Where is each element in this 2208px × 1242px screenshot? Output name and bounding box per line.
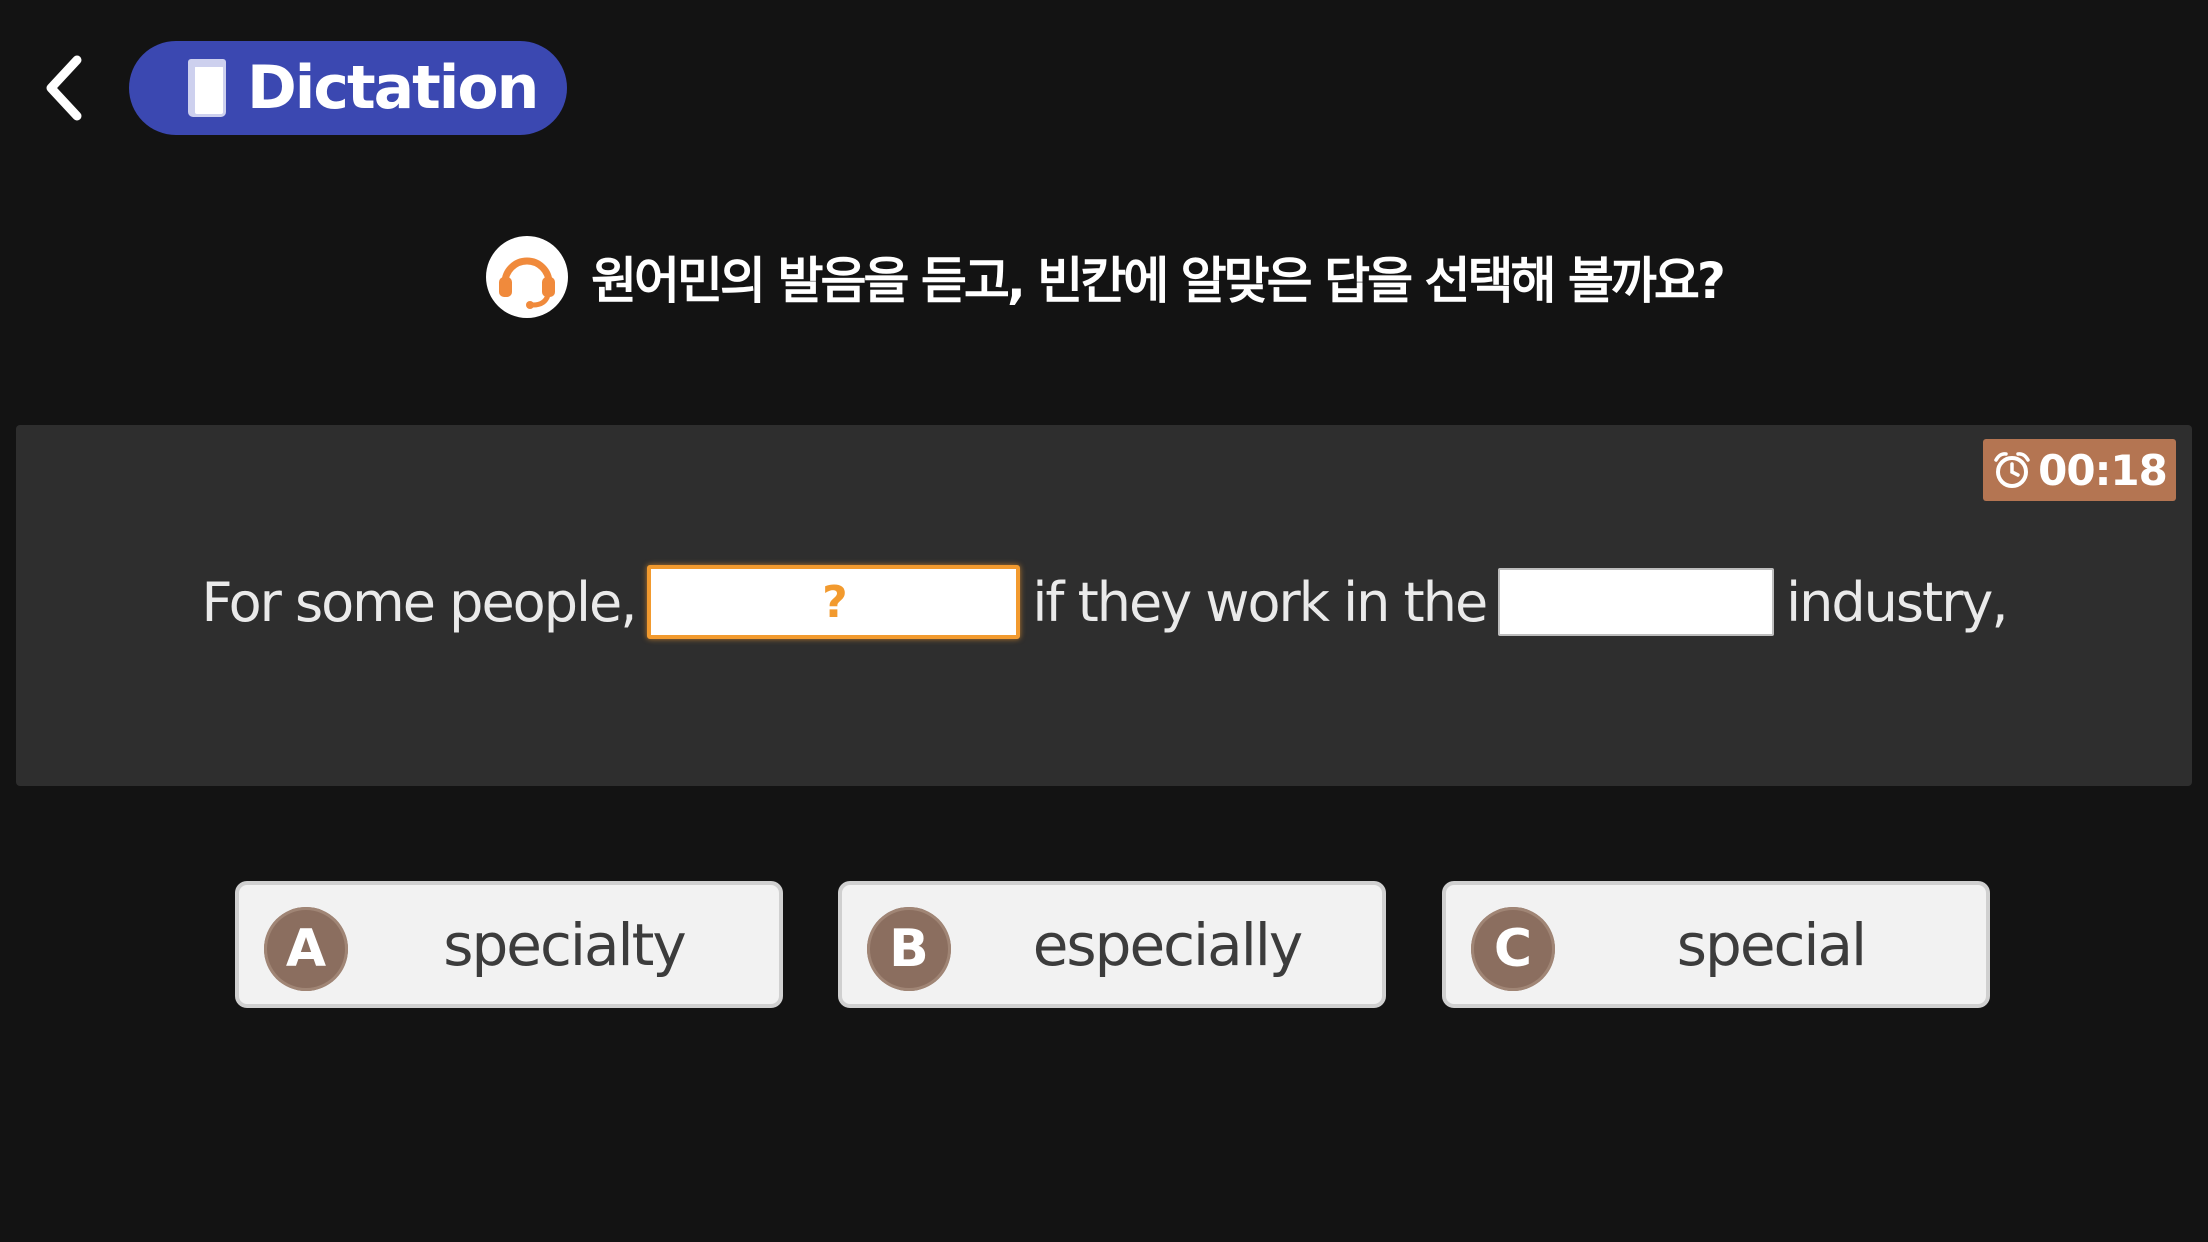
active-blank[interactable]: ?	[647, 565, 1021, 639]
book-icon	[188, 59, 226, 117]
inactive-blank	[1498, 568, 1775, 636]
instruction-row: 원어민의 발음을 듣고, 빈칸에 알맞은 답을 선택해 볼까요?	[0, 232, 2208, 322]
title-badge: Dictation	[129, 41, 567, 135]
sentence-segment: if they work in the	[1032, 570, 1488, 634]
option-letter-badge: C	[1471, 907, 1555, 991]
option-letter-badge: B	[867, 907, 951, 991]
question-panel: 00:18 For some people, ? if they work in…	[16, 425, 2192, 786]
option-b-button[interactable]: B especially	[838, 881, 1386, 1008]
question-sentence: For some people, ? if they work in the i…	[16, 565, 2192, 639]
timer-badge: 00:18	[1983, 439, 2176, 501]
back-button[interactable]	[28, 48, 98, 128]
option-label: special	[1676, 910, 1867, 979]
option-label: especially	[1032, 910, 1304, 979]
sentence-segment: For some people,	[201, 570, 637, 634]
option-label: specialty	[443, 910, 686, 979]
headset-icon	[486, 236, 569, 318]
timer-text: 00:18	[2038, 445, 2168, 495]
chevron-left-icon	[46, 55, 82, 121]
option-c-button[interactable]: C special	[1442, 881, 1990, 1008]
option-a-button[interactable]: A specialty	[235, 881, 783, 1008]
alarm-clock-icon	[1994, 452, 2030, 488]
blank-question-mark: ?	[822, 576, 847, 628]
page-title: Dictation	[247, 53, 539, 123]
instruction-text: 원어민의 발음을 듣고, 빈칸에 알맞은 답을 선택해 볼까요?	[591, 252, 1726, 310]
option-letter-badge: A	[264, 907, 348, 991]
sentence-segment: industry,	[1786, 570, 2008, 634]
